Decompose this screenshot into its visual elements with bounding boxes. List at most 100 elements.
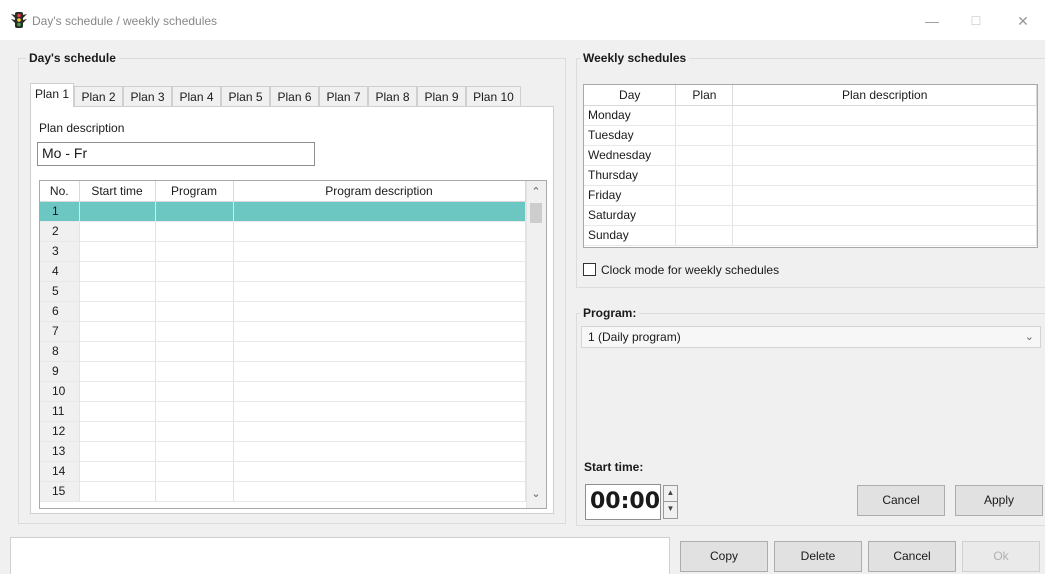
chevron-up-icon[interactable]: ⌃	[527, 185, 545, 198]
table-row[interactable]: 13	[40, 441, 526, 462]
program-description-cell[interactable]	[233, 341, 526, 362]
program-cell[interactable]	[155, 321, 234, 342]
program-description-cell[interactable]	[233, 261, 526, 282]
column-header-plan-description[interactable]: Plan description	[732, 85, 1037, 106]
table-row[interactable]: Saturday	[584, 205, 1037, 226]
plan-description-cell[interactable]	[732, 205, 1037, 226]
column-header-start-time[interactable]: Start time	[79, 181, 156, 202]
program-cell[interactable]	[155, 421, 234, 442]
table-row[interactable]: 8	[40, 341, 526, 362]
table-row[interactable]: 11	[40, 401, 526, 422]
program-description-cell[interactable]	[233, 361, 526, 382]
start-time-cell[interactable]	[79, 361, 156, 382]
table-row[interactable]: Wednesday	[584, 145, 1037, 166]
ok-button[interactable]: Ok	[962, 541, 1040, 572]
program-description-cell[interactable]	[233, 321, 526, 342]
program-cell[interactable]	[155, 481, 234, 502]
start-time-cell[interactable]	[79, 441, 156, 462]
program-cell[interactable]	[155, 241, 234, 262]
plan-cell[interactable]	[675, 145, 734, 166]
tab-plan-10[interactable]: Plan 10	[466, 86, 521, 106]
maximize-button[interactable]: ☐	[956, 8, 996, 34]
delete-button[interactable]: Delete	[774, 541, 862, 572]
program-cell[interactable]	[155, 261, 234, 282]
program-description-cell[interactable]	[233, 401, 526, 422]
table-row[interactable]: 9	[40, 361, 526, 382]
program-cell[interactable]	[155, 221, 234, 242]
start-time-field[interactable]: 00:00	[585, 484, 661, 520]
plan-description-cell[interactable]	[732, 105, 1037, 126]
column-header-no[interactable]: No.	[40, 181, 80, 202]
start-time-cell[interactable]	[79, 321, 156, 342]
cancel-button-bottom[interactable]: Cancel	[868, 541, 956, 572]
table-row[interactable]: 5	[40, 281, 526, 302]
copy-button[interactable]: Copy	[680, 541, 768, 572]
program-cell[interactable]	[155, 301, 234, 322]
spin-down-icon[interactable]: ▼	[664, 502, 677, 518]
tab-plan-3[interactable]: Plan 3	[123, 86, 172, 106]
program-description-cell[interactable]	[233, 441, 526, 462]
plan-description-cell[interactable]	[732, 125, 1037, 146]
program-description-cell[interactable]	[233, 461, 526, 482]
plan-description-field[interactable]: Mo - Fr	[37, 142, 315, 166]
start-time-cell[interactable]	[79, 401, 156, 422]
plan-description-cell[interactable]	[732, 145, 1037, 166]
column-header-program-description[interactable]: Program description	[233, 181, 526, 202]
plan-description-cell[interactable]	[732, 185, 1037, 206]
program-description-cell[interactable]	[233, 481, 526, 502]
program-cell[interactable]	[155, 441, 234, 462]
program-cell[interactable]	[155, 201, 234, 222]
day-grid-scrollbar[interactable]: ⌃ ⌄	[526, 181, 546, 508]
start-time-cell[interactable]	[79, 241, 156, 262]
plan-cell[interactable]	[675, 105, 734, 126]
program-cell[interactable]	[155, 401, 234, 422]
plan-cell[interactable]	[675, 185, 734, 206]
program-description-cell[interactable]	[233, 301, 526, 322]
scrollbar-thumb[interactable]	[530, 203, 542, 223]
table-row[interactable]: 4	[40, 261, 526, 282]
chevron-down-icon[interactable]: ⌄	[527, 487, 545, 500]
program-description-cell[interactable]	[233, 241, 526, 262]
program-dropdown[interactable]: 1 (Daily program) ⌄	[581, 326, 1041, 348]
plan-cell[interactable]	[675, 125, 734, 146]
start-time-cell[interactable]	[79, 261, 156, 282]
table-row[interactable]: 1	[40, 201, 526, 222]
plan-cell[interactable]	[675, 225, 734, 246]
program-description-cell[interactable]	[233, 281, 526, 302]
plan-description-cell[interactable]	[732, 165, 1037, 186]
start-time-cell[interactable]	[79, 421, 156, 442]
tab-plan-2[interactable]: Plan 2	[74, 86, 123, 106]
start-time-cell[interactable]	[79, 481, 156, 502]
start-time-cell[interactable]	[79, 301, 156, 322]
table-row[interactable]: 12	[40, 421, 526, 442]
start-time-cell[interactable]	[79, 461, 156, 482]
table-row[interactable]: Thursday	[584, 165, 1037, 186]
table-row[interactable]: Sunday	[584, 225, 1037, 246]
close-button[interactable]: ✕	[1003, 8, 1043, 34]
start-time-cell[interactable]	[79, 381, 156, 402]
column-header-program[interactable]: Program	[155, 181, 234, 202]
tab-plan-6[interactable]: Plan 6	[270, 86, 319, 106]
tab-plan-5[interactable]: Plan 5	[221, 86, 270, 106]
table-row[interactable]: 2	[40, 221, 526, 242]
minimize-button[interactable]: —	[912, 8, 952, 34]
start-time-cell[interactable]	[79, 201, 156, 222]
program-cell[interactable]	[155, 361, 234, 382]
table-row[interactable]: Friday	[584, 185, 1037, 206]
program-cell[interactable]	[155, 381, 234, 402]
start-time-cell[interactable]	[79, 281, 156, 302]
plan-cell[interactable]	[675, 165, 734, 186]
program-description-cell[interactable]	[233, 421, 526, 442]
table-row[interactable]: 7	[40, 321, 526, 342]
program-description-cell[interactable]	[233, 381, 526, 402]
plan-description-cell[interactable]	[732, 225, 1037, 246]
clock-mode-checkbox[interactable]	[583, 263, 596, 276]
start-time-cell[interactable]	[79, 341, 156, 362]
table-row[interactable]: 15	[40, 481, 526, 502]
program-cell[interactable]	[155, 461, 234, 482]
program-description-cell[interactable]	[233, 201, 526, 222]
spin-up-icon[interactable]: ▲	[664, 486, 677, 502]
tab-plan-9[interactable]: Plan 9	[417, 86, 466, 106]
column-header-day[interactable]: Day	[584, 85, 677, 106]
tab-plan-8[interactable]: Plan 8	[368, 86, 417, 106]
